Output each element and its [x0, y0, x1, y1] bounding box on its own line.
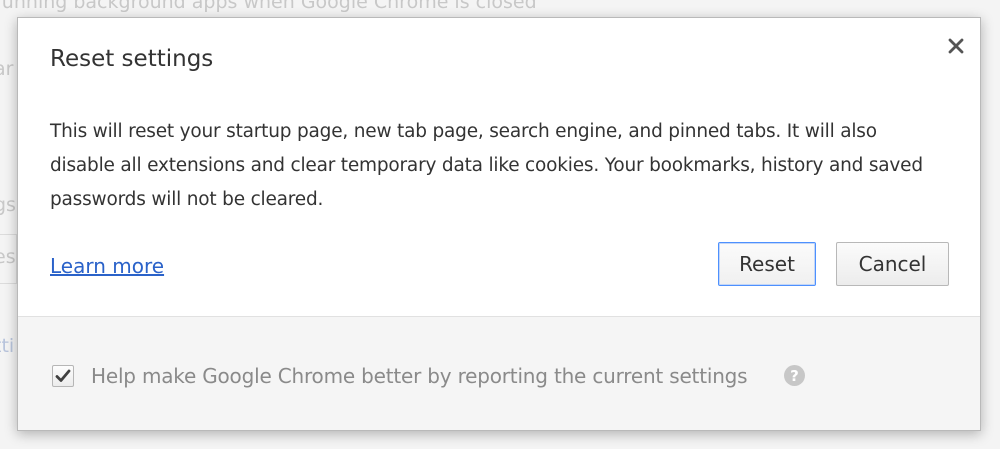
reset-settings-dialog: Reset settings This will reset your star… [17, 17, 981, 431]
background-setting-text: running background apps when Google Chro… [0, 0, 537, 13]
background-setting-text: gs [0, 194, 16, 216]
close-button[interactable] [942, 32, 970, 60]
dialog-footer: Help make Google Chrome better by report… [18, 316, 980, 430]
question-icon[interactable]: ? [784, 365, 805, 386]
background-setting-text: ar [0, 58, 14, 80]
close-icon [948, 38, 964, 54]
screen: running background apps when Google Chro… [0, 0, 1000, 449]
reset-button[interactable]: Reset [718, 242, 816, 286]
cancel-button[interactable]: Cancel [836, 242, 949, 286]
report-settings-label: Help make Google Chrome better by report… [91, 364, 748, 388]
dialog-title: Reset settings [50, 46, 214, 72]
learn-more-link[interactable]: Learn more [50, 254, 164, 278]
checkmark-icon [55, 369, 71, 382]
background-link-text: tti [0, 335, 15, 357]
dialog-message: This will reset your startup page, new t… [50, 121, 923, 210]
background-setting-text: es [0, 246, 16, 268]
report-settings-checkbox[interactable] [52, 365, 74, 387]
